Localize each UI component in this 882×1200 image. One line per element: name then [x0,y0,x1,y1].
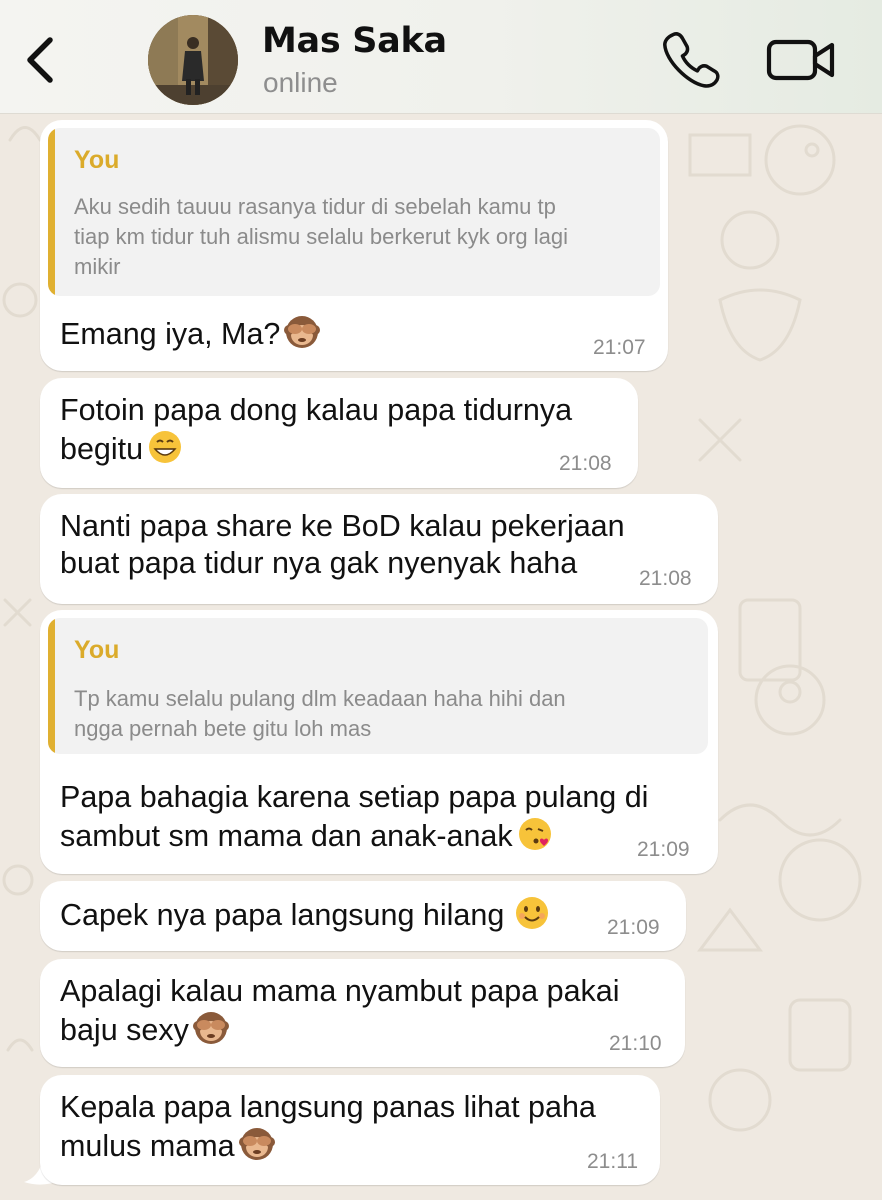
quote-text-line: tiap km tidur tuh alismu selalu berkerut… [74,224,568,249]
quote-author: You [74,146,120,174]
video-camera-icon [766,39,835,81]
quote-text-line: ngga pernah bete gitu loh mas [74,716,372,741]
see-no-evil-monkey-emoji [284,314,321,359]
message-timestamp: 21:09 [607,916,660,939]
message-bubble[interactable]: You Tp kamu selalu pulang dlm keadaan ha… [40,610,718,874]
message-bubble[interactable]: You Aku sedih tauuu rasanya tidur di seb… [40,120,668,371]
message-timestamp: 21:11 [587,1150,638,1173]
message-text-line: Apalagi kalau mama nyambut papa pakai [60,974,620,1008]
message-text-line: sambut sm mama dan anak-anak [60,816,553,861]
message-timestamp: 21:08 [639,567,692,590]
voice-call-button[interactable] [660,32,720,88]
video-call-button[interactable] [766,38,836,84]
message-text-line: Papa bahagia karena setiap papa pulang d… [60,780,649,814]
quote-text-line: Tp kamu selalu pulang dlm keadaan haha h… [74,686,566,711]
phone-icon [663,32,720,88]
quote-accent-bar [48,618,55,754]
message-text: sambut sm mama dan anak-anak [60,819,513,853]
message-text-line: Kepala papa langsung panas lihat paha [60,1090,596,1124]
message-text: mulus mama [60,1129,235,1163]
message-bubble[interactable]: Fotoin papa dong kalau papa tidurnya beg… [40,378,638,488]
message-text: Capek nya papa langsung hilang [60,898,505,932]
message-bubble[interactable]: Capek nya papa langsung hilang 21:09 [40,881,686,951]
grinning-face-emoji [147,429,183,474]
message-text-line: baju sexy [60,1010,229,1055]
contact-status: online [263,67,338,98]
back-chevron-icon [27,37,53,83]
contact-avatar[interactable] [148,15,238,105]
back-button[interactable] [18,30,62,90]
message-bubble[interactable]: Nanti papa share ke BoD kalau pekerjaan … [40,494,718,604]
chat-header: Mas Saka online [0,0,882,114]
message-text-line: Fotoin papa dong kalau papa tidurnya [60,393,573,427]
message-bubble[interactable]: Kepala papa langsung panas lihat paha mu… [40,1075,660,1185]
quote-text-line: mikir [74,254,121,279]
quoted-message[interactable]: You Aku sedih tauuu rasanya tidur di seb… [48,128,660,296]
quote-author: You [74,636,120,664]
smiling-face-emoji [514,895,550,940]
message-text-line: begitu [60,429,183,474]
message-text-line: mulus mama [60,1126,275,1171]
see-no-evil-monkey-emoji [192,1010,229,1055]
message-text: Emang iya, Ma? [60,317,281,351]
message-timestamp: 21:09 [637,838,690,861]
message-timestamp: 21:07 [593,336,646,359]
message-text: baju sexy [60,1013,189,1047]
message-text-line: buat papa tidur nya gak nyenyak haha [60,546,578,580]
quoted-message[interactable]: You Tp kamu selalu pulang dlm keadaan ha… [48,618,708,754]
face-blowing-kiss-emoji [517,816,553,861]
message-timestamp: 21:08 [559,452,612,475]
message-text-line: Capek nya papa langsung hilang [60,895,550,940]
quote-accent-bar [48,128,55,296]
message-bubble[interactable]: Apalagi kalau mama nyambut papa pakai ba… [40,959,685,1067]
see-no-evil-monkey-emoji [238,1126,275,1171]
message-timestamp: 21:10 [609,1032,662,1055]
message-text-line: Emang iya, Ma? [60,314,321,359]
avatar-photo [148,15,238,105]
message-text-line: Nanti papa share ke BoD kalau pekerjaan [60,509,625,543]
message-text: begitu [60,432,144,466]
contact-name[interactable]: Mas Saka [262,21,447,61]
quote-text-line: Aku sedih tauuu rasanya tidur di sebelah… [74,194,556,219]
